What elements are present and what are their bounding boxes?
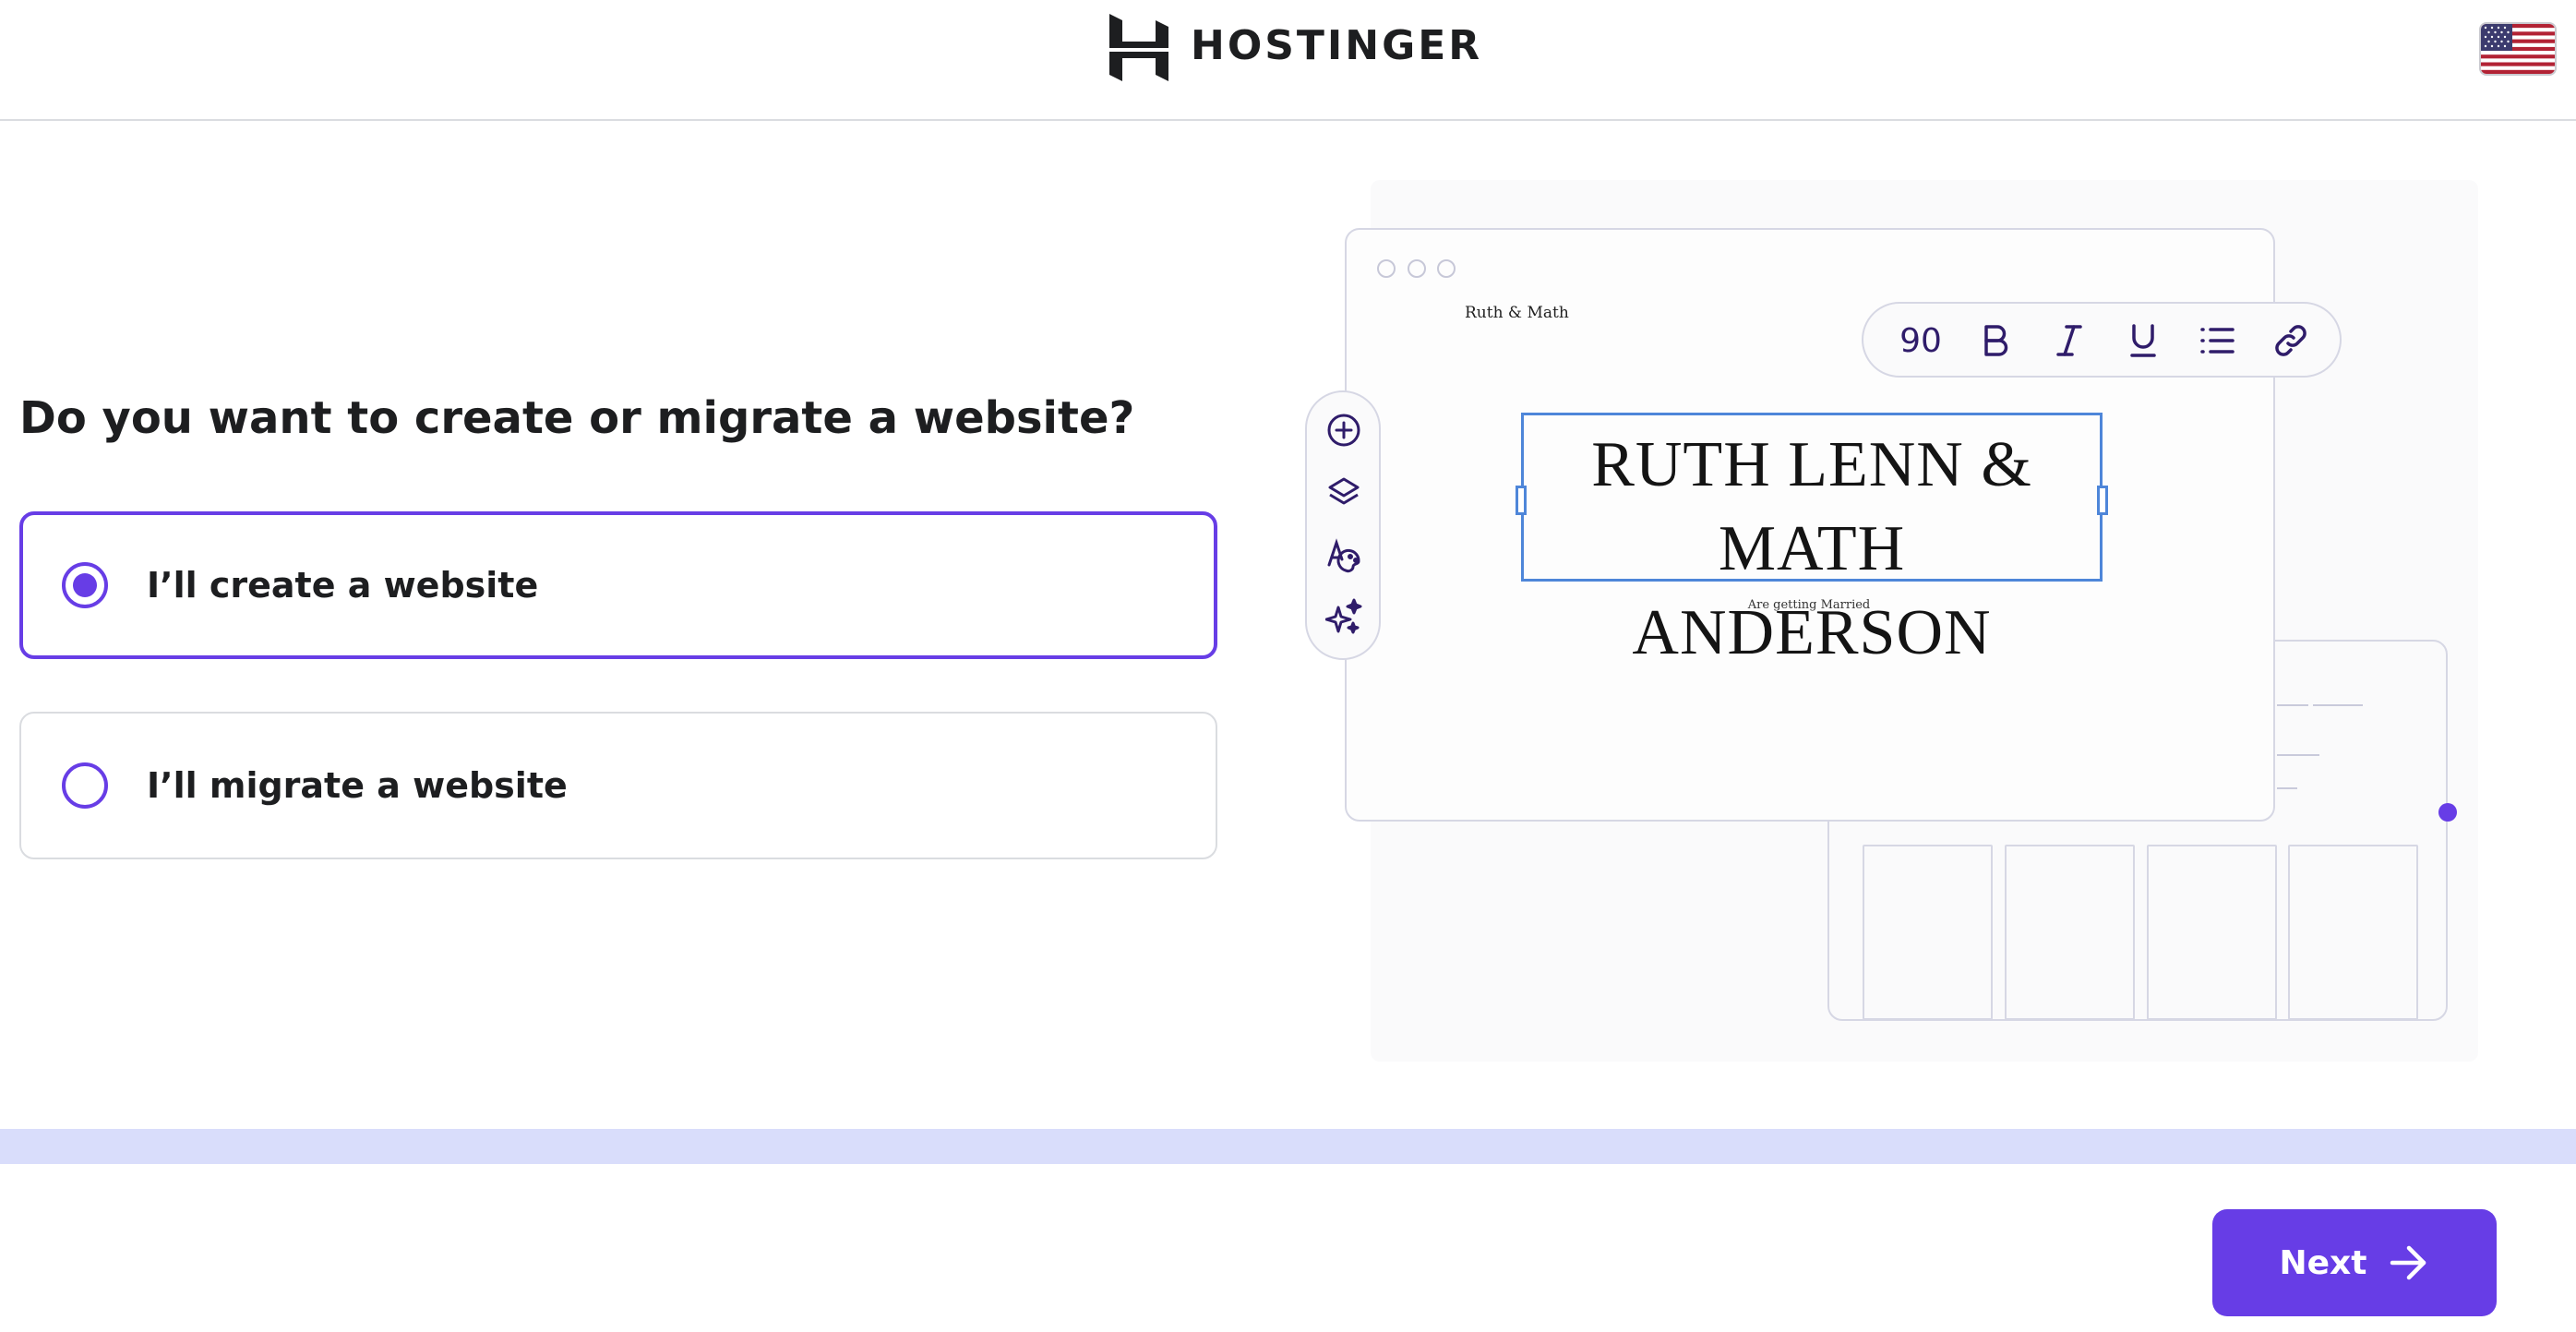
radio-migrate[interactable] [62,762,108,809]
option-create-website[interactable]: I’ll create a website [19,511,1217,659]
selected-title-frame: RUTH LENN & MATH ANDERSON [1516,413,2108,668]
next-button-label: Next [2279,1243,2367,1282]
italic-icon [2048,319,2091,362]
progress-bar [0,1129,2576,1164]
page-question: Do you want to create or migrate a websi… [19,392,1135,444]
window-dot [1437,259,1456,278]
sparkle-icon [1324,597,1363,636]
text-format-toolbar: 90 [1862,302,2342,378]
option-migrate-website[interactable]: I’ll migrate a website [19,712,1217,859]
mock-site-subtitle: Are getting Married [1747,598,1871,612]
radio-create-selected[interactable] [62,562,108,608]
hostinger-logo-icon [1109,14,1168,81]
editor-side-toolbar [1305,390,1381,660]
layers-icon [1324,474,1363,512]
resize-handle [2438,803,2457,822]
underline-icon [2122,319,2164,362]
us-flag-icon[interactable] [2481,24,2555,74]
mock-title-line1: RUTH LENN & MATH [1591,429,2032,584]
logo-text: HOSTINGER [1191,22,1483,69]
option-label: I’ll migrate a website [147,765,568,806]
add-icon [1324,411,1363,450]
mock-site-title: RUTH LENN & MATH ANDERSON [1524,423,2100,675]
link-icon [2270,319,2312,362]
list-icon [2196,319,2238,362]
window-dot [1408,259,1426,278]
font-size-value: 90 [1899,321,1942,360]
next-button[interactable]: Next [2212,1209,2497,1316]
option-label: I’ll create a website [147,565,539,606]
window-dot [1377,259,1396,278]
top-header: HOSTINGER [0,0,2576,121]
mock-site-name: Ruth & Math [1465,304,1569,322]
bold-icon [1974,319,2017,362]
palette-icon [1324,536,1363,575]
arrow-right-icon [2390,1245,2426,1280]
